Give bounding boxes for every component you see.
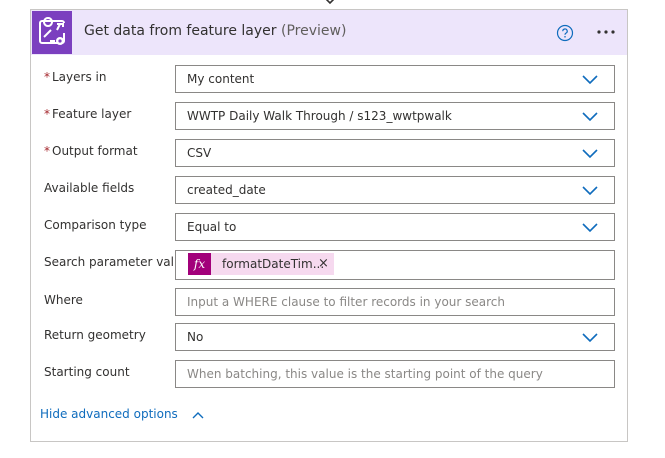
available-fields-value: created_date: [187, 183, 266, 197]
feature-layer-value: WWTP Daily Walk Through / s123_wwtpwalk: [187, 109, 452, 123]
where-input[interactable]: Input a WHERE clause to filter records i…: [175, 288, 615, 316]
starting-count-row: Starting count When batching, this value…: [31, 360, 627, 388]
where-placeholder: Input a WHERE clause to filter records i…: [187, 295, 505, 309]
return-geometry-label: Return geometry: [44, 328, 146, 342]
output-format-label: * Output format: [44, 144, 138, 158]
return-geometry-value: No: [187, 330, 204, 344]
card-header[interactable]: Get data from feature layer (Preview): [31, 10, 627, 55]
return-geometry-row: Return geometry No: [31, 323, 627, 351]
starting-count-input[interactable]: When batching, this value is the startin…: [175, 360, 615, 388]
card-title: Get data from feature layer (Preview): [84, 23, 346, 39]
hide-advanced-options-link[interactable]: Hide advanced options: [40, 407, 204, 421]
search-parameter-row: Search parameter value fx formatDateTim.…: [31, 250, 627, 280]
fx-icon: fx: [188, 253, 211, 275]
starting-count-label: Starting count: [44, 365, 130, 379]
token-label: formatDateTim...: [222, 257, 325, 271]
feature-layer-dropdown[interactable]: WWTP Daily Walk Through / s123_wwtpwalk: [175, 102, 615, 130]
action-title: Get data from feature layer: [84, 23, 277, 39]
comparison-type-dropdown[interactable]: Equal to: [175, 213, 615, 241]
flow-connector-arrow-icon: [325, 0, 335, 5]
preview-tag: (Preview): [281, 23, 347, 39]
help-icon[interactable]: [556, 24, 574, 42]
expression-token[interactable]: fx formatDateTim... ×: [188, 253, 334, 275]
layers-in-value: My content: [187, 72, 255, 86]
map-route-icon: [32, 11, 72, 54]
chevron-down-icon: [582, 186, 598, 196]
output-format-dropdown[interactable]: CSV: [175, 139, 615, 167]
comparison-type-value: Equal to: [187, 220, 237, 234]
search-parameter-label: Search parameter value: [44, 255, 189, 269]
feature-layer-label: * Feature layer: [44, 107, 132, 121]
chevron-up-icon: [192, 411, 204, 418]
chevron-down-icon: [582, 223, 598, 233]
search-parameter-input[interactable]: fx formatDateTim... ×: [175, 250, 615, 280]
layers-in-row: * Layers in My content: [31, 65, 627, 93]
chevron-down-icon: [582, 149, 598, 159]
more-icon[interactable]: [594, 22, 618, 42]
return-geometry-dropdown[interactable]: No: [175, 323, 615, 351]
chevron-down-icon: [582, 75, 598, 85]
starting-count-placeholder: When batching, this value is the startin…: [187, 367, 543, 381]
available-fields-dropdown[interactable]: created_date: [175, 176, 615, 204]
where-row: Where Input a WHERE clause to filter rec…: [31, 288, 627, 316]
advanced-toggle-label: Hide advanced options: [40, 407, 178, 421]
close-icon[interactable]: ×: [318, 256, 329, 271]
chevron-down-icon: [582, 333, 598, 343]
layers-in-label: * Layers in: [44, 70, 107, 84]
available-fields-label: Available fields: [44, 181, 135, 195]
comparison-type-label: Comparison type: [44, 218, 147, 232]
available-fields-row: Available fields created_date: [31, 176, 627, 204]
chevron-down-icon: [582, 112, 598, 122]
output-format-row: * Output format CSV: [31, 139, 627, 167]
comparison-type-row: Comparison type Equal to: [31, 213, 627, 241]
action-card: Get data from feature layer (Preview) * L…: [30, 9, 628, 442]
where-label: Where: [44, 293, 83, 307]
output-format-value: CSV: [187, 146, 212, 160]
feature-layer-row: * Feature layer WWTP Daily Walk Through /…: [31, 102, 627, 130]
layers-in-dropdown[interactable]: My content: [175, 65, 615, 93]
